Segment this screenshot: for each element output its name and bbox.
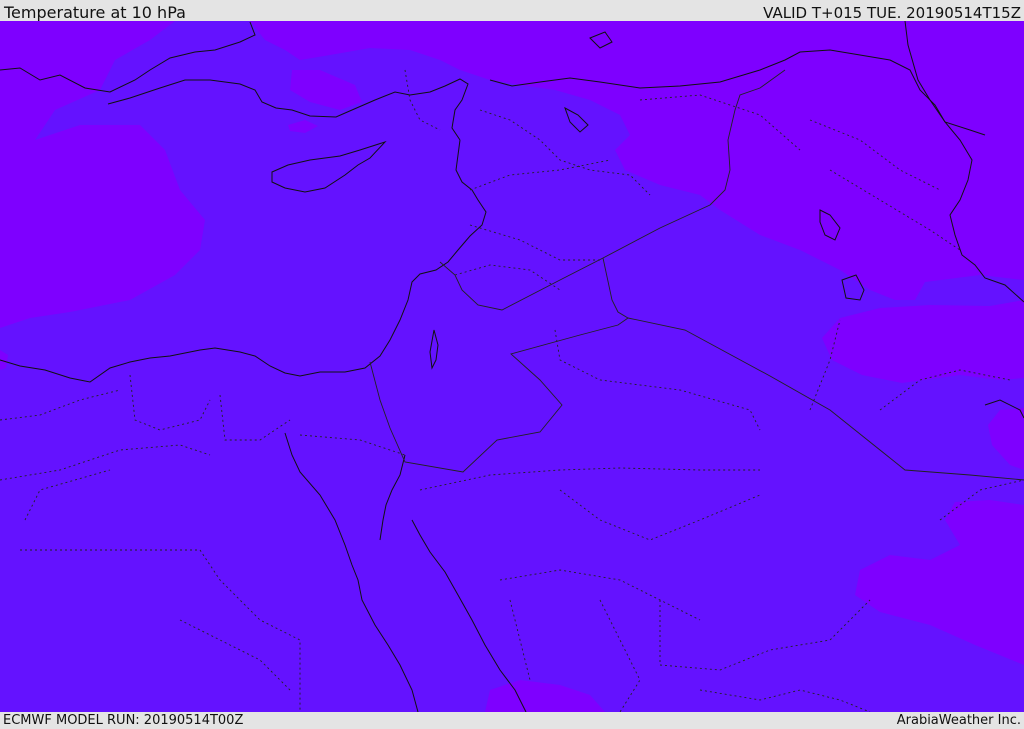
map-panel[interactable] (0, 21, 1024, 712)
credit-text: ArabiaWeather Inc. (896, 713, 1021, 728)
map-title: Temperature at 10 hPa (4, 3, 186, 22)
header-bar: Temperature at 10 hPa VALID T+015 TUE. 2… (0, 0, 1024, 22)
model-run: ECMWF MODEL RUN: 20190514T00Z (3, 713, 244, 728)
valid-time: VALID T+015 TUE. 20190514T15Z (763, 4, 1021, 22)
footer-bar: ECMWF MODEL RUN: 20190514T00Z ArabiaWeat… (0, 712, 1024, 729)
temperature-map (0, 21, 1024, 712)
